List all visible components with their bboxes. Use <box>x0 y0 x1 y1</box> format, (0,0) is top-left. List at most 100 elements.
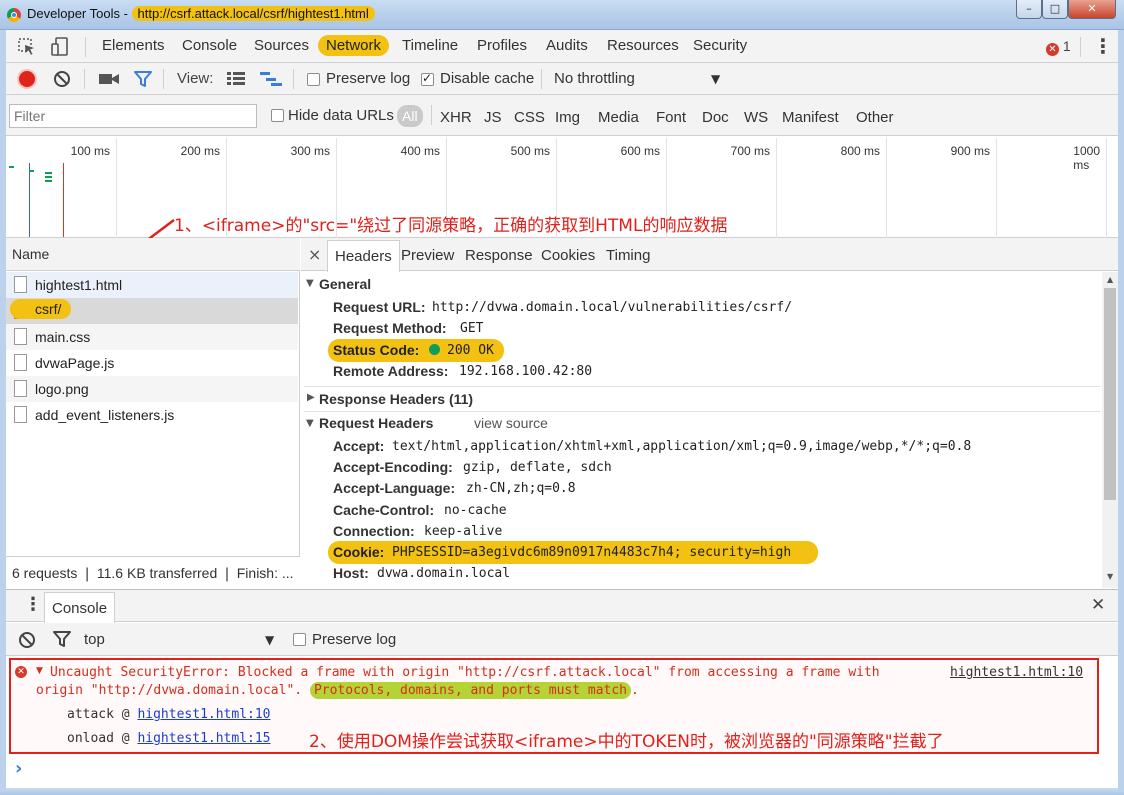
scrollbar-thumb[interactable] <box>1104 288 1116 500</box>
filter-type-media[interactable]: Media <box>598 109 639 126</box>
timeline-bar-blue <box>29 163 30 237</box>
disable-cache-checkbox[interactable] <box>421 71 434 86</box>
filter-type-js[interactable]: JS <box>484 109 502 126</box>
view-source-link[interactable]: view source <box>474 415 548 431</box>
filter-type-ws[interactable]: WS <box>744 109 768 126</box>
filter-type-other[interactable]: Other <box>856 109 894 126</box>
filter-type-all[interactable]: All <box>397 105 423 127</box>
timeline-tick-label: 800 ms <box>840 144 880 158</box>
tab-sources[interactable]: Sources <box>254 37 309 54</box>
chevron-down-icon[interactable]: ▼ <box>265 633 274 647</box>
scroll-down-icon[interactable]: ▼ <box>1107 572 1113 581</box>
expand-general-icon[interactable]: ▼ <box>306 278 314 289</box>
stack-frame-1-link[interactable]: hightest1.html:10 <box>137 707 270 722</box>
tab-profiles[interactable]: Profiles <box>477 37 527 54</box>
filter-type-font[interactable]: Font <box>656 109 686 126</box>
chevron-down-icon[interactable]: ▼ <box>711 72 720 86</box>
console-drawer-tab[interactable]: Console <box>44 592 116 623</box>
video-camera-icon[interactable] <box>99 72 119 86</box>
tab-response[interactable]: Response <box>465 247 533 264</box>
console-prompt[interactable]: › <box>15 758 22 779</box>
filter-type-xhr[interactable]: XHR <box>440 109 472 126</box>
request-headers-title[interactable]: Request Headers <box>319 415 433 431</box>
timeline-tick-label: 1000 ms <box>1073 144 1100 172</box>
general-section-title[interactable]: General <box>319 276 371 292</box>
overview-waterfall-icon[interactable] <box>260 71 282 87</box>
tab-cookies[interactable]: Cookies <box>541 247 595 264</box>
scrollbar[interactable]: ▲ ▼ <box>1102 272 1118 588</box>
timeline-tick-label: 500 ms <box>510 144 550 158</box>
tab-network[interactable]: Network <box>318 35 390 56</box>
expand-response-headers-icon[interactable]: ▶ <box>307 392 315 403</box>
tab-timeline[interactable]: Timeline <box>402 37 458 54</box>
tab-elements[interactable]: Elements <box>102 37 165 54</box>
request-name: logo.png <box>35 381 89 397</box>
network-toolbar: View: Preserve log Disable cache No thro… <box>0 63 1124 95</box>
filter-input[interactable] <box>9 104 257 128</box>
filter-type-doc[interactable]: Doc <box>702 109 729 126</box>
request-summary-bar: 6 requests ❘ 11.6 KB transferred ❘ Finis… <box>6 556 300 588</box>
more-menu-icon[interactable]: ⋮ <box>1093 34 1113 58</box>
console-filter-icon[interactable] <box>53 631 71 648</box>
filter-type-manifest[interactable]: Manifest <box>782 109 839 126</box>
throttling-select[interactable]: No throttling <box>554 70 635 87</box>
context-select[interactable]: top <box>84 631 105 648</box>
hide-data-urls-checkbox[interactable] <box>271 109 284 122</box>
close-drawer-icon[interactable]: ✕ <box>1091 595 1105 615</box>
tab-resources[interactable]: Resources <box>607 37 679 54</box>
request-row[interactable]: main.css <box>6 324 298 350</box>
error-icon: ✕ <box>1046 43 1059 56</box>
preserve-log-checkbox[interactable] <box>307 73 320 86</box>
accept-encoding-key: Accept-Encoding: <box>333 459 453 475</box>
tab-preview[interactable]: Preview <box>401 247 454 264</box>
request-row[interactable]: csrf/ <box>6 298 298 324</box>
file-icon <box>14 406 27 423</box>
tab-audits[interactable]: Audits <box>546 37 588 54</box>
host-key: Host: <box>333 565 369 581</box>
accept-key: Accept: <box>333 438 385 454</box>
request-row[interactable]: dvwaPage.js <box>6 350 298 376</box>
expand-request-headers-icon[interactable]: ▼ <box>306 418 314 429</box>
tab-timing[interactable]: Timing <box>606 247 650 264</box>
filter-type-img[interactable]: Img <box>555 109 580 126</box>
maximize-button[interactable]: □ <box>1042 0 1068 19</box>
record-button[interactable] <box>19 71 35 87</box>
detail-tabbar: × Headers Preview Response Cookies Timin… <box>301 238 1118 272</box>
tab-headers[interactable]: Headers <box>327 240 400 272</box>
filter-bar: Hide data URLs All XHR JS CSS Img Media … <box>0 95 1124 136</box>
stack-frame-2-link[interactable]: hightest1.html:15 <box>137 731 270 746</box>
console-drawer-tabbar: ⋮ Console ✕ <box>6 589 1118 623</box>
close-window-button[interactable]: ✕ <box>1068 0 1116 19</box>
clear-console-icon[interactable] <box>18 631 36 649</box>
filter-type-css[interactable]: CSS <box>514 109 545 126</box>
timeline-gridline <box>1106 138 1107 238</box>
drawer-menu-icon[interactable]: ⋮ <box>24 594 42 615</box>
error-count-badge[interactable]: ✕ 1 <box>1046 38 1071 56</box>
request-name: csrf/ <box>10 299 72 319</box>
close-detail-icon[interactable]: × <box>308 245 321 264</box>
tab-console[interactable]: Console <box>182 37 237 54</box>
file-icon <box>14 380 27 397</box>
response-headers-title[interactable]: Response Headers (11) <box>319 391 473 407</box>
tab-security[interactable]: Security <box>693 37 747 54</box>
clear-icon[interactable] <box>53 70 71 88</box>
accept-value: text/html,application/xhtml+xml,applicat… <box>392 439 972 454</box>
inspect-element-icon[interactable] <box>17 37 37 57</box>
large-rows-icon[interactable] <box>227 72 245 86</box>
timeline-tick-label: 900 ms <box>950 144 990 158</box>
expand-error-icon[interactable]: ▼ <box>36 666 43 676</box>
scroll-up-icon[interactable]: ▲ <box>1107 275 1113 284</box>
request-row[interactable]: logo.png <box>6 376 298 402</box>
console-preserve-log-checkbox[interactable] <box>293 633 306 646</box>
request-row[interactable]: hightest1.html <box>6 272 298 298</box>
error-icon: ✕ <box>15 666 27 678</box>
minimize-button[interactable]: – <box>1016 0 1042 19</box>
hide-data-urls-label: Hide data URLs <box>288 107 394 124</box>
error-source-link[interactable]: hightest1.html:10 <box>950 665 1083 680</box>
request-list-header[interactable]: Name <box>6 238 300 271</box>
window-title-url: http://csrf.attack.local/csrf/hightest1.… <box>131 6 375 21</box>
filter-icon[interactable] <box>134 71 152 88</box>
request-row[interactable]: add_event_listeners.js <box>6 402 298 428</box>
device-mode-icon[interactable] <box>50 36 72 58</box>
timeline-request-marks <box>9 166 14 168</box>
